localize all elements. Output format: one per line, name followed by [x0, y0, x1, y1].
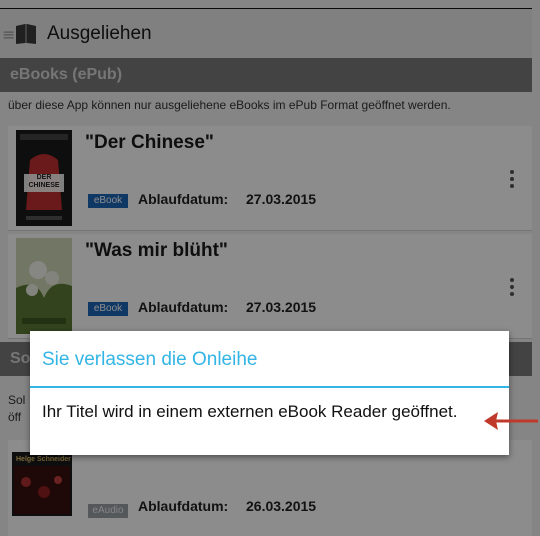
- modal-scrim[interactable]: [0, 0, 540, 536]
- screen: ≡ Ausgeliehen eBooks (ePub) über diese A…: [0, 0, 540, 536]
- red-arrow-icon: [484, 412, 538, 430]
- dialog-message: Ihr Titel wird in einem externen eBook R…: [42, 402, 458, 421]
- leave-onleihe-dialog: Sie verlassen die Onleihe Ihr Titel wird…: [30, 331, 509, 455]
- dialog-title: Sie verlassen die Onleihe: [42, 349, 258, 370]
- dialog-divider: [30, 386, 509, 388]
